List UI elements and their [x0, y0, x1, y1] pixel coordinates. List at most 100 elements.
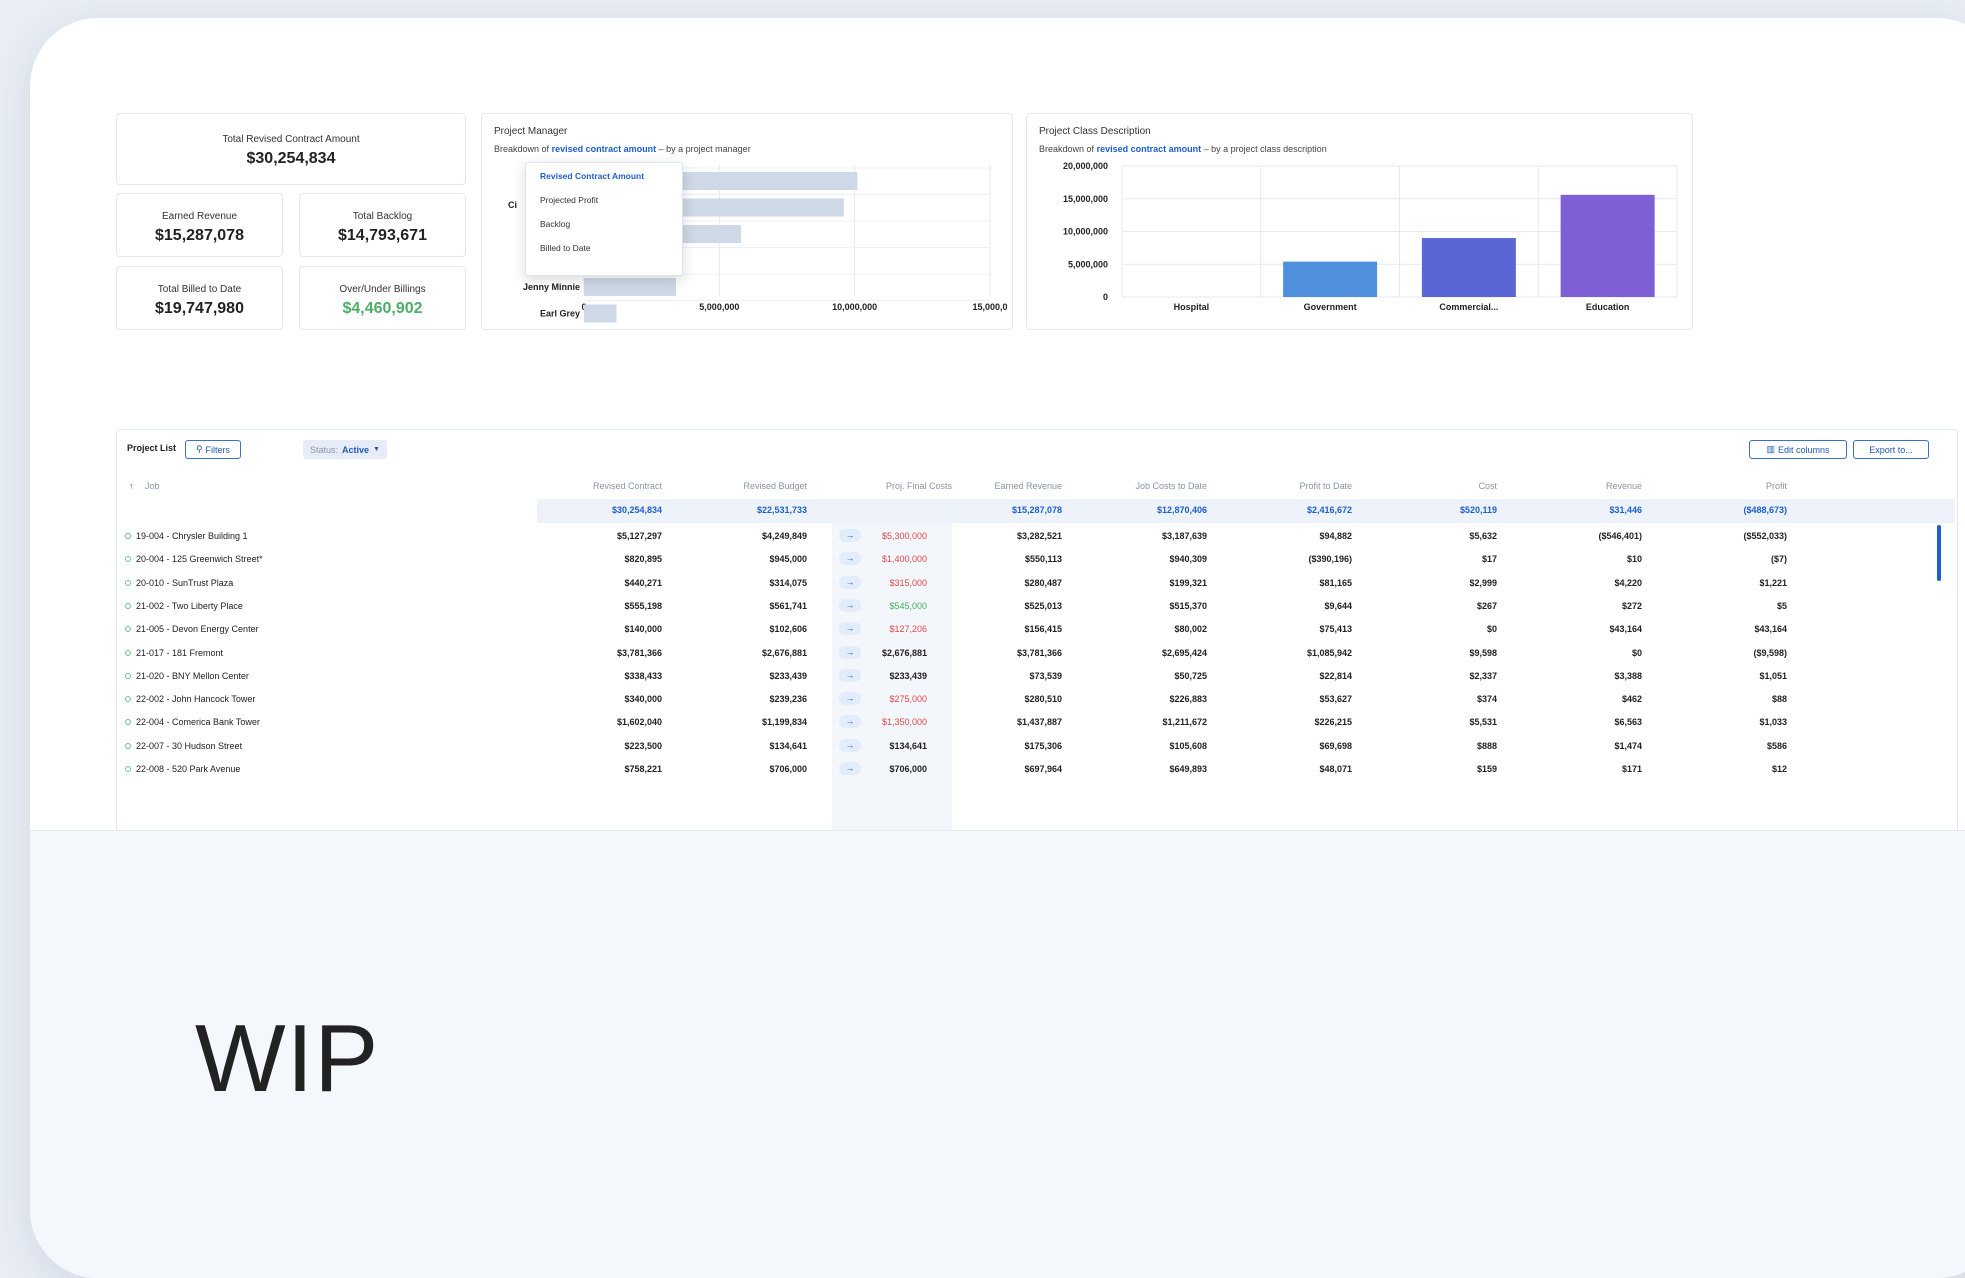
col-header-revised-budget[interactable]: Revised Budget: [743, 481, 807, 491]
cell-profit: $1,221: [1759, 577, 1787, 588]
job-cell[interactable]: 20-004 - 125 Greenwich Street*: [125, 554, 263, 564]
cell-er: $525,013: [1024, 600, 1062, 611]
cell-jc: $80,002: [1174, 624, 1207, 635]
job-cell[interactable]: 21-005 - Devon Energy Center: [125, 624, 259, 634]
sort-asc-icon[interactable]: ↑: [129, 481, 134, 491]
status-label: Status:: [310, 444, 339, 455]
arrow-right-icon[interactable]: →: [839, 738, 861, 752]
cell-pfc: $233,439: [889, 670, 927, 681]
dropdown-option[interactable]: Backlog: [540, 219, 570, 229]
cell-rb: $945,000: [769, 554, 807, 565]
kpi-total-revised-contract: Total Revised Contract Amount $30,254,83…: [116, 113, 466, 185]
cell-cost: $2,337: [1469, 670, 1497, 681]
dropdown-option-selected[interactable]: Revised Contract Amount: [540, 171, 644, 181]
cell-ptd: $69,698: [1319, 740, 1352, 751]
cell-cost: $5,632: [1469, 531, 1497, 541]
metric-dropdown[interactable]: Revised Contract Amount Projected Profit…: [525, 162, 683, 276]
category-label: Government: [1304, 302, 1357, 312]
cell-rev: $171: [1621, 764, 1642, 774]
cell-profit: $88: [1771, 694, 1787, 705]
cell-jc: $199,321: [1169, 577, 1207, 588]
col-header-revenue[interactable]: Revenue: [1606, 481, 1642, 491]
table-row[interactable]: 22-008 - 520 Park Avenue $758,221 $706,000…: [117, 758, 1957, 781]
cell-profit: ($7): [1770, 554, 1787, 565]
card-footer: WIP: [30, 830, 1965, 1278]
table-row[interactable]: 22-004 - Comerica Bank Tower $1,602,040 $1…: [117, 711, 1957, 734]
filters-button[interactable]: ⚲ Filters: [185, 440, 241, 459]
total-job-costs: $12,870,406: [1156, 505, 1207, 515]
arrow-right-icon[interactable]: →: [839, 692, 861, 706]
cell-rev: $462: [1621, 694, 1642, 705]
job-cell[interactable]: 22-004 - Comerica Bank Tower: [125, 717, 260, 727]
col-header-earned-revenue[interactable]: Earned Revenue: [994, 481, 1062, 491]
job-name: 22-002 - John Hancock Tower: [136, 694, 256, 705]
col-header-job[interactable]: Job: [145, 481, 160, 491]
kpi-value: $30,254,834: [246, 150, 336, 167]
job-cell[interactable]: 21-017 - 181 Fremont: [125, 648, 223, 658]
table-scrollbar[interactable]: [1937, 525, 1941, 581]
kpi-value: $14,793,671: [338, 227, 427, 244]
arrow-right-icon[interactable]: →: [839, 552, 861, 566]
arrow-right-icon[interactable]: →: [839, 645, 861, 659]
col-header-profit[interactable]: Profit: [1766, 481, 1787, 491]
status-filter[interactable]: Status: Active ▼: [303, 440, 387, 459]
table-row[interactable]: 20-004 - 125 Greenwich Street* $820,895 $9…: [117, 548, 1957, 571]
arrow-right-icon[interactable]: →: [839, 575, 861, 589]
arrow-right-icon[interactable]: →: [839, 762, 861, 775]
col-header-cost[interactable]: Cost: [1478, 481, 1497, 491]
status-dot-icon: [125, 649, 131, 656]
cell-jc: $50,725: [1174, 670, 1207, 681]
job-name: 22-004 - Comerica Bank Tower: [136, 717, 260, 728]
job-cell[interactable]: 22-002 - John Hancock Tower: [125, 694, 255, 704]
class-bar-chart: 0 5,000,000 10,000,000 15,000,000 20,000,000…: [1063, 161, 1678, 312]
job-cell[interactable]: 21-002 - Two Liberty Place: [125, 601, 243, 611]
cell-rb: $2,676,881: [761, 647, 807, 658]
job-cell[interactable]: 21-020 - BNY Mellon Center: [125, 671, 249, 681]
table-row[interactable]: 21-020 - BNY Mellon Center $338,433 $233,4…: [117, 665, 1957, 688]
col-header-proj-final-costs[interactable]: Proj. Final Costs: [886, 481, 952, 491]
bar: [1283, 261, 1378, 297]
category-label: Jenny Minnie: [523, 282, 580, 292]
table-row[interactable]: 22-002 - John Hancock Tower $340,000 $239,…: [117, 688, 1957, 711]
arrow-right-icon[interactable]: →: [839, 715, 861, 729]
arrow-right-icon[interactable]: →: [839, 622, 861, 636]
col-header-profit-to-date[interactable]: Profit to Date: [1299, 481, 1352, 491]
arrow-right-icon[interactable]: →: [839, 668, 861, 682]
cell-er: $1,437,887: [1016, 717, 1062, 728]
arrow-right-icon[interactable]: →: [839, 529, 861, 542]
table-row[interactable]: 22-007 - 30 Hudson Street $223,500 $134,64…: [117, 735, 1957, 758]
cell-rev: $6,563: [1614, 717, 1642, 728]
wip-card[interactable]: Total Revised Contract Amount $30,254,83…: [30, 18, 1965, 1278]
table-row[interactable]: 21-005 - Devon Energy Center $140,000 $102…: [117, 618, 1957, 641]
cell-rb: $233,439: [769, 670, 807, 681]
job-cell[interactable]: 22-007 - 30 Hudson Street: [125, 741, 242, 751]
job-cell[interactable]: 19-004 - Chrysler Building 1: [125, 531, 248, 541]
cell-pfc: $315,000: [889, 577, 927, 588]
job-cell[interactable]: 20-010 - SunTrust Plaza: [125, 578, 233, 588]
cell-rb: $1,199,834: [761, 717, 807, 728]
status-dot-icon: [125, 719, 131, 726]
job-cell[interactable]: 22-008 - 520 Park Avenue: [125, 764, 240, 774]
cell-jc: $105,608: [1169, 740, 1207, 751]
job-name: 20-004 - 125 Greenwich Street*: [136, 554, 263, 565]
dropdown-option[interactable]: Billed to Date: [540, 243, 591, 253]
cell-jc: $515,370: [1169, 600, 1207, 611]
chevron-down-icon: ▼: [373, 446, 380, 453]
export-button[interactable]: Export to...: [1853, 440, 1929, 459]
edit-columns-button[interactable]: ▥ Edit columns: [1749, 440, 1847, 459]
cell-er: $280,487: [1024, 577, 1062, 588]
table-row[interactable]: 19-004 - Chrysler Building 1 $5,127,297 $4…: [117, 525, 1957, 548]
cell-rc: $338,433: [624, 670, 662, 681]
job-name: 21-020 - BNY Mellon Center: [136, 670, 249, 681]
table-row[interactable]: 21-002 - Two Liberty Place $555,198 $561,7…: [117, 595, 1957, 618]
table-row[interactable]: 20-010 - SunTrust Plaza $440,271 $314,075 $…: [117, 572, 1957, 595]
job-name: 22-008 - 520 Park Avenue: [136, 764, 241, 774]
dropdown-option[interactable]: Projected Profit: [540, 195, 598, 205]
cell-pfc: $275,000: [889, 694, 927, 705]
col-header-revised-contract[interactable]: Revised Contract: [593, 481, 662, 491]
total-revenue: $31,446: [1609, 505, 1642, 515]
total-revised-budget: $22,531,733: [756, 505, 807, 515]
table-row[interactable]: 21-017 - 181 Fremont $3,781,366 $2,676,881…: [117, 642, 1957, 665]
col-header-job-costs[interactable]: Job Costs to Date: [1135, 481, 1207, 491]
arrow-right-icon[interactable]: →: [839, 598, 861, 612]
